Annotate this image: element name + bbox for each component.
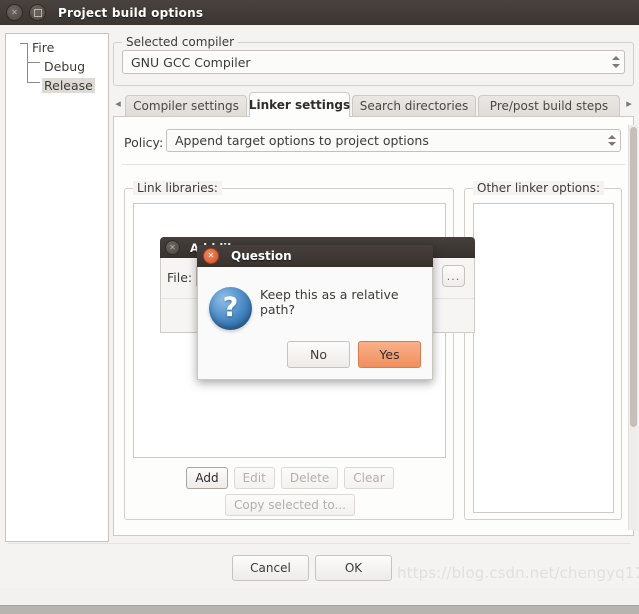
window-close-icon[interactable]: ✕ bbox=[6, 4, 23, 21]
yes-button[interactable]: Yes bbox=[358, 341, 421, 368]
no-button[interactable]: No bbox=[287, 341, 350, 368]
compiler-select-value: GNU GCC Compiler bbox=[131, 54, 251, 70]
tab-scroll-right-icon[interactable]: ▸ bbox=[624, 97, 634, 111]
tab-label: Search directories bbox=[359, 99, 469, 113]
file-label: File: bbox=[167, 270, 193, 285]
question-dialog-message: Keep this as a relative path? bbox=[260, 287, 399, 317]
scrollbar-thumb[interactable] bbox=[630, 127, 637, 427]
other-linker-options-label: Other linker options: bbox=[473, 181, 605, 195]
window-maximize-icon[interactable] bbox=[29, 4, 46, 21]
other-linker-options-group: Other linker options: bbox=[464, 181, 622, 520]
vertical-scrollbar[interactable] bbox=[628, 125, 638, 530]
window-titlebar: ✕ Project build options bbox=[0, 0, 639, 26]
chevron-updown-icon[interactable] bbox=[604, 130, 620, 151]
tab-linker-settings[interactable]: Linker settings bbox=[249, 92, 350, 117]
policy-label: Policy: bbox=[124, 135, 164, 150]
copy-selected-to-button[interactable]: Copy selected to... bbox=[224, 494, 355, 516]
question-mark-glyph: ? bbox=[222, 292, 239, 323]
tab-label: Linker settings bbox=[248, 98, 351, 112]
other-linker-options-textarea[interactable] bbox=[473, 203, 614, 513]
window-footer bbox=[0, 605, 639, 614]
question-mark-icon: ? bbox=[209, 287, 252, 330]
dialog-action-buttons: Cancel OK bbox=[232, 555, 392, 581]
tree-item-fire[interactable]: Fire bbox=[6, 39, 108, 58]
selected-compiler-label: Selected compiler bbox=[122, 35, 239, 49]
tab-search-directories[interactable]: Search directories bbox=[352, 95, 476, 116]
tree-item-debug[interactable]: Debug bbox=[6, 58, 108, 77]
watermark-text: https://blog.csdn.net/chengyq116 bbox=[397, 564, 639, 582]
build-targets-tree[interactable]: Fire Debug Release bbox=[5, 33, 109, 542]
cancel-button[interactable]: Cancel bbox=[232, 555, 309, 581]
tree-item-label: Release bbox=[42, 78, 95, 93]
application-window: ✕ Project build options Fire Debug Relea… bbox=[0, 0, 639, 614]
edit-button[interactable]: Edit bbox=[233, 467, 275, 489]
question-dialog: ✕ Question ? Keep this as a relative pat… bbox=[197, 245, 433, 380]
panel-divider bbox=[122, 164, 625, 165]
tab-label: Compiler settings bbox=[133, 99, 239, 113]
tree-item-label: Fire bbox=[32, 40, 55, 55]
tab-label: Pre/post build steps bbox=[489, 99, 609, 113]
policy-select[interactable]: Append target options to project options bbox=[166, 129, 621, 152]
question-dialog-buttons: No Yes bbox=[287, 341, 421, 368]
link-libraries-buttons: Add Edit Delete Clear bbox=[125, 467, 455, 489]
question-dialog-title: Question bbox=[231, 249, 292, 263]
window-close-icon[interactable]: ✕ bbox=[203, 248, 219, 264]
clear-button[interactable]: Clear bbox=[344, 467, 394, 489]
ok-button[interactable]: OK bbox=[315, 555, 392, 581]
tree-item-label: Debug bbox=[44, 59, 86, 74]
bottom-divider bbox=[8, 543, 631, 544]
window-title: Project build options bbox=[58, 5, 204, 20]
delete-button[interactable]: Delete bbox=[280, 467, 339, 489]
dialog-bottom-bar: Cancel OK https://blog.csdn.net/chengyq1… bbox=[0, 552, 639, 588]
window-close-icon[interactable]: ✕ bbox=[165, 240, 180, 255]
add-button[interactable]: Add bbox=[186, 467, 228, 489]
compiler-select[interactable]: GNU GCC Compiler bbox=[122, 50, 625, 74]
tab-scroll-left-icon[interactable]: ◂ bbox=[113, 97, 123, 111]
link-libraries-label: Link libraries: bbox=[133, 181, 222, 195]
tree-item-release[interactable]: Release bbox=[6, 77, 108, 96]
chevron-updown-icon[interactable] bbox=[608, 51, 624, 73]
ellipsis-icon[interactable]: ... bbox=[442, 265, 465, 287]
policy-select-value: Append target options to project options bbox=[175, 133, 429, 148]
tab-compiler-settings[interactable]: Compiler settings bbox=[125, 95, 247, 116]
settings-tabbar: ◂ Compiler settings Linker settings Sear… bbox=[113, 92, 634, 117]
question-dialog-body: ? Keep this as a relative path? No Yes bbox=[197, 267, 433, 380]
question-dialog-titlebar: ✕ Question bbox=[197, 245, 433, 267]
tab-prepost-build-steps[interactable]: Pre/post build steps bbox=[478, 95, 620, 116]
copy-selected-row: Copy selected to... bbox=[125, 494, 455, 516]
